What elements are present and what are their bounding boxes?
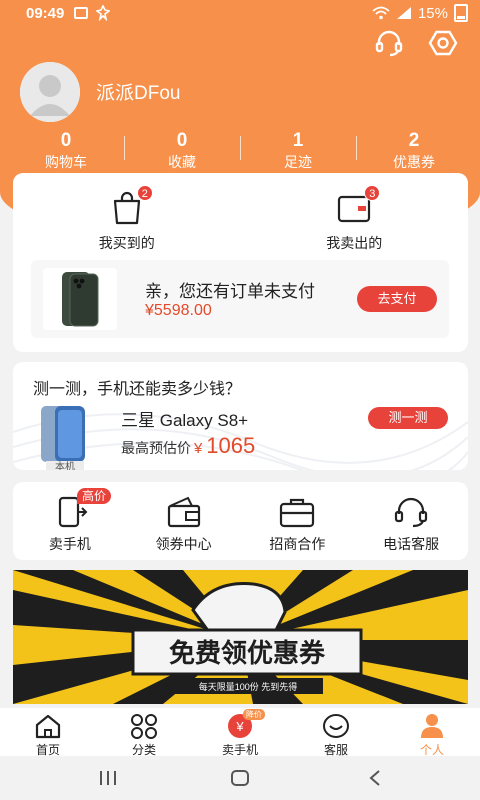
category-icon (130, 713, 158, 739)
price-drop-badge: 降价 (243, 709, 265, 720)
svg-text:¥: ¥ (235, 719, 244, 734)
pending-price: ¥5598.00 (145, 302, 212, 319)
sold-orders[interactable]: 3 我卖出的 (241, 185, 469, 253)
stat-value: 0 (176, 130, 188, 151)
tab-home[interactable]: 首页 (0, 708, 96, 757)
estimate-button[interactable]: 测一测 (368, 407, 448, 429)
status-bar: 09:49 15% (0, 0, 480, 26)
stat-history[interactable]: 1 足迹 (240, 130, 356, 172)
battery-percent: 15% (417, 4, 448, 22)
coupon-wallet-icon (166, 496, 202, 528)
galaxy-phone-image (37, 406, 93, 464)
bought-orders[interactable]: 2 我买到的 (13, 185, 241, 253)
estimate-question: 测一测，手机还能卖多少钱？ (33, 381, 242, 398)
settings-icon[interactable] (428, 28, 458, 58)
service-coupon-center[interactable]: 领券中心 (127, 482, 241, 560)
stat-value: 1 (292, 130, 304, 151)
sold-badge: 3 (364, 185, 381, 201)
estimate-price-label: 最高预估价 (121, 440, 191, 456)
stats-row: 0 购物车 0 收藏 1 足迹 2 优惠券 (8, 130, 472, 172)
sold-label: 我卖出的 (326, 235, 383, 251)
pay-button[interactable]: 去支付 (357, 286, 437, 312)
tab-category[interactable]: 分类 (96, 708, 192, 757)
service-label: 领券中心 (155, 536, 212, 552)
stat-coupons[interactable]: 2 优惠券 (356, 130, 472, 172)
service-business[interactable]: 招商合作 (241, 482, 355, 560)
coupon-banner[interactable]: 免费领优惠券 每天限量100份 先到先得 (13, 570, 468, 704)
service-label: 卖手机 (48, 536, 91, 552)
tab-sell-phone[interactable]: ¥ 降价 卖手机 (192, 708, 288, 757)
avatar[interactable] (20, 62, 80, 122)
currency-symbol: ¥ (194, 440, 203, 457)
estimate-price-value: 1065 (206, 433, 256, 458)
stat-label: 购物车 (45, 154, 87, 170)
pending-order[interactable]: 亲，您还有订单未支付 ¥5598.00 去支付 (31, 260, 449, 338)
person-icon (418, 713, 446, 739)
device-name: 三星 Galaxy S8+ (121, 411, 249, 430)
banner-subtitle: 每天限量100份 先到先得 (199, 681, 298, 692)
home-button-icon[interactable] (230, 769, 250, 792)
stat-value: 0 (60, 130, 72, 151)
bottom-tab-bar: 首页 分类 ¥ 降价 卖手机 客服 个人 (0, 708, 480, 757)
headset-service-icon[interactable] (374, 28, 404, 58)
recent-apps-icon[interactable] (98, 770, 118, 791)
bought-label: 我买到的 (98, 235, 155, 251)
coupon-banner-art: 免费领优惠券 每天限量100份 先到先得 (13, 570, 468, 704)
wifi-icon (372, 6, 390, 20)
price-estimate-card[interactable]: 测一测，手机还能卖多少钱？ 本机 三星 Galaxy S8+ 最高预估价 ¥ 10… (13, 362, 468, 470)
battery-icon (454, 4, 468, 22)
system-navigation-bar (0, 756, 480, 800)
status-time: 09:49 (26, 4, 65, 22)
service-label: 电话客服 (383, 536, 440, 552)
pending-message: 亲，您还有订单未支付 (145, 282, 315, 301)
device-tag: 本机 (46, 461, 84, 470)
services-card: 卖手机 高价 领券中心 招商合作 电话客服 (13, 482, 468, 560)
home-icon (34, 713, 62, 739)
back-icon[interactable] (368, 769, 382, 792)
tab-profile[interactable]: 个人 (384, 708, 480, 757)
gallery-icon (74, 7, 89, 19)
iphone-thumbnail (43, 268, 117, 330)
smile-chat-icon (322, 713, 350, 739)
estimate-price-row: 最高预估价 ¥ 1065 (121, 433, 255, 459)
stat-value: 2 (408, 130, 420, 151)
stat-favorites[interactable]: 0 收藏 (124, 130, 240, 172)
wallet-icon: 3 (336, 185, 381, 225)
briefcase-icon (279, 496, 315, 528)
stat-label: 优惠券 (393, 154, 435, 170)
bought-badge: 2 (136, 185, 153, 201)
shopping-bag-icon: 2 (109, 185, 153, 225)
stat-label: 收藏 (168, 154, 196, 170)
banner-title: 免费领优惠券 (169, 638, 326, 668)
service-sell-phone[interactable]: 卖手机 高价 (13, 482, 127, 560)
tab-customer-service[interactable]: 客服 (288, 708, 384, 757)
orders-card: 2 我买到的 3 我卖出的 亲，您还有订单未支付 ¥5598.00 去支付 (13, 173, 468, 352)
service-phone-support[interactable]: 电话客服 (354, 482, 468, 560)
notification-icon (96, 5, 111, 21)
headset-icon (393, 496, 429, 528)
username[interactable]: 派派DFou (96, 78, 180, 105)
stat-cart[interactable]: 0 购物车 (8, 130, 124, 172)
signal-icon (396, 7, 411, 19)
high-price-badge: 高价 (77, 488, 112, 504)
stat-label: 足迹 (284, 154, 312, 170)
service-label: 招商合作 (269, 536, 326, 552)
